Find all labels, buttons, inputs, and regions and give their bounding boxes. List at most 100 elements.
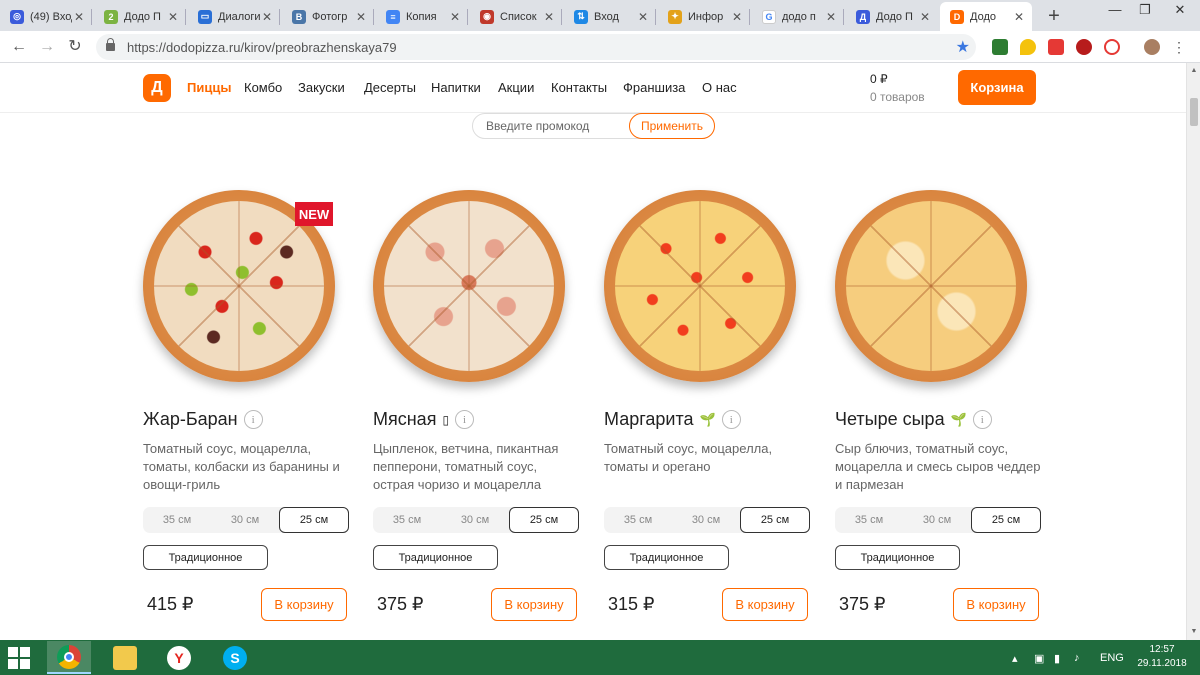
size-option-35[interactable]: 35 см <box>373 507 441 533</box>
size-option-35[interactable]: 35 см <box>835 507 903 533</box>
add-to-cart-button[interactable]: В корзину <box>261 588 347 621</box>
taskbar-skype[interactable]: S <box>213 641 257 674</box>
menu-kebab-icon[interactable]: ⋮ <box>1168 36 1190 58</box>
add-to-cart-button[interactable]: В корзину <box>722 588 808 621</box>
bookmark-star-icon[interactable]: ★ <box>956 37 970 57</box>
browser-tab[interactable]: ≡ Копия ✕ <box>376 2 468 31</box>
dough-option[interactable]: Традиционное <box>143 545 268 570</box>
nav-franchise[interactable]: Франшиза <box>623 80 685 95</box>
nav-combo[interactable]: Комбо <box>244 80 282 95</box>
info-icon[interactable]: i <box>721 410 741 429</box>
nav-drinks[interactable]: Напитки <box>431 80 481 95</box>
taskbar-explorer[interactable] <box>103 641 147 674</box>
browser-tab[interactable]: ⇅ Вход ✕ <box>564 2 656 31</box>
close-icon[interactable]: ✕ <box>542 10 556 24</box>
size-option-25-selected[interactable]: 25 см <box>740 507 810 533</box>
taskbar-yandex[interactable]: Y <box>157 641 201 674</box>
nav-desserts[interactable]: Десерты <box>364 80 416 95</box>
scroll-down-arrow-icon[interactable]: ▼ <box>1190 628 1198 636</box>
product-name[interactable]: Четыре сыра <box>835 409 945 430</box>
nav-promotions[interactable]: Акции <box>498 80 534 95</box>
address-bar[interactable]: https://dodopizza.ru/kirov/preobrazhensk… <box>96 34 976 60</box>
browser-tab[interactable]: ✦ Инфор ✕ <box>658 2 750 31</box>
size-option-35[interactable]: 35 см <box>604 507 672 533</box>
volume-icon[interactable]: ♪ <box>1074 652 1080 664</box>
product-name[interactable]: Мясная <box>373 409 436 430</box>
close-icon[interactable]: ✕ <box>72 10 86 24</box>
adblock-extension-icon[interactable] <box>1076 39 1092 55</box>
window-close-icon[interactable]: ✕ <box>1165 2 1195 18</box>
scroll-up-arrow-icon[interactable]: ▲ <box>1190 67 1198 75</box>
close-icon[interactable]: ✕ <box>354 10 368 24</box>
close-icon[interactable]: ✕ <box>166 10 180 24</box>
nav-snacks[interactable]: Закуски <box>298 80 345 95</box>
pizza-image[interactable] <box>373 190 565 382</box>
size-option-35[interactable]: 35 см <box>143 507 211 533</box>
nav-pizzas[interactable]: Пиццы <box>187 80 231 95</box>
product-name[interactable]: Жар-Баран <box>143 409 238 430</box>
browser-tab[interactable]: ◉ Список ✕ <box>470 2 562 31</box>
address-url: https://dodopizza.ru/kirov/preobrazhensk… <box>127 39 397 55</box>
skype-icon: S <box>223 645 247 670</box>
close-icon[interactable]: ✕ <box>448 10 462 24</box>
size-option-25-selected[interactable]: 25 см <box>971 507 1041 533</box>
profile-avatar[interactable] <box>1144 39 1160 55</box>
taskbar-chrome[interactable] <box>47 641 91 674</box>
close-icon[interactable]: ✕ <box>730 10 744 24</box>
browser-tab[interactable]: Д Додо П ✕ <box>846 2 938 31</box>
add-to-cart-button[interactable]: В корзину <box>491 588 577 621</box>
system-clock[interactable]: 12:57 29.11.2018 <box>1132 643 1192 671</box>
windows-start-icon[interactable] <box>8 647 30 669</box>
tray-chevron-icon[interactable]: ▴ <box>1012 652 1018 665</box>
nav-about[interactable]: О нас <box>702 80 737 95</box>
scrollbar-thumb[interactable] <box>1190 98 1198 126</box>
size-option-30[interactable]: 30 см <box>441 507 509 533</box>
info-icon[interactable]: i <box>243 410 263 429</box>
close-icon[interactable]: ✕ <box>918 10 932 24</box>
browser-tab[interactable]: ▭ Диалоги ✕ <box>188 2 280 31</box>
product-name[interactable]: Маргарита <box>604 409 694 430</box>
new-tab-plus-icon[interactable]: + <box>1044 5 1064 28</box>
nav-contacts[interactable]: Контакты <box>551 80 607 95</box>
network-icon[interactable]: ▣ <box>1034 652 1044 665</box>
promo-apply-button[interactable]: Применить <box>629 113 715 139</box>
browser-tab-active[interactable]: D Додо ✕ <box>940 2 1032 31</box>
signal-bars-icon[interactable]: ▮ <box>1054 652 1060 665</box>
cloud-extension-icon[interactable] <box>1104 39 1120 55</box>
browser-tab[interactable]: Gдодо п ✕ <box>752 2 844 31</box>
close-icon[interactable]: ✕ <box>1012 10 1026 24</box>
location-pin-extension-icon[interactable] <box>1020 39 1036 55</box>
pizza-image[interactable] <box>835 190 1027 382</box>
promo-code-input[interactable] <box>473 114 629 138</box>
language-indicator[interactable]: ENG <box>1100 652 1124 664</box>
forward-arrow-icon[interactable]: → <box>36 36 58 58</box>
close-icon[interactable]: ✕ <box>824 10 838 24</box>
pizza-image[interactable] <box>604 190 796 382</box>
size-option-30[interactable]: 30 см <box>672 507 740 533</box>
dough-option[interactable]: Традиционное <box>373 545 498 570</box>
size-option-25-selected[interactable]: 25 см <box>279 507 349 533</box>
add-to-cart-button[interactable]: В корзину <box>953 588 1039 621</box>
size-option-30[interactable]: 30 см <box>211 507 279 533</box>
promo-code-form: Применить <box>472 113 715 139</box>
back-arrow-icon[interactable]: ← <box>8 36 30 58</box>
close-icon[interactable]: ✕ <box>636 10 650 24</box>
size-option-25-selected[interactable]: 25 см <box>509 507 579 533</box>
bookmark-extension-icon[interactable] <box>1048 39 1064 55</box>
reload-icon[interactable]: ↻ <box>64 36 86 58</box>
size-option-30[interactable]: 30 см <box>903 507 971 533</box>
dough-option[interactable]: Традиционное <box>604 545 729 570</box>
minimize-icon[interactable]: — <box>1100 2 1130 17</box>
browser-tab[interactable]: ◎ (49) Вход✕ <box>0 2 92 31</box>
browser-tab[interactable]: 2 Додо П ✕ <box>94 2 186 31</box>
info-icon[interactable]: i <box>455 410 475 429</box>
dodo-logo[interactable]: Д <box>143 74 171 102</box>
close-icon[interactable]: ✕ <box>260 10 274 24</box>
dough-option[interactable]: Традиционное <box>835 545 960 570</box>
cart-button[interactable]: Корзина <box>958 70 1036 105</box>
restore-icon[interactable]: ❐ <box>1130 2 1160 18</box>
shield-extension-icon[interactable] <box>992 39 1008 55</box>
page-scrollbar[interactable]: ▲ ▼ <box>1186 63 1200 640</box>
browser-tab[interactable]: В Фотогр ✕ <box>282 2 374 31</box>
info-icon[interactable]: i <box>972 410 992 429</box>
